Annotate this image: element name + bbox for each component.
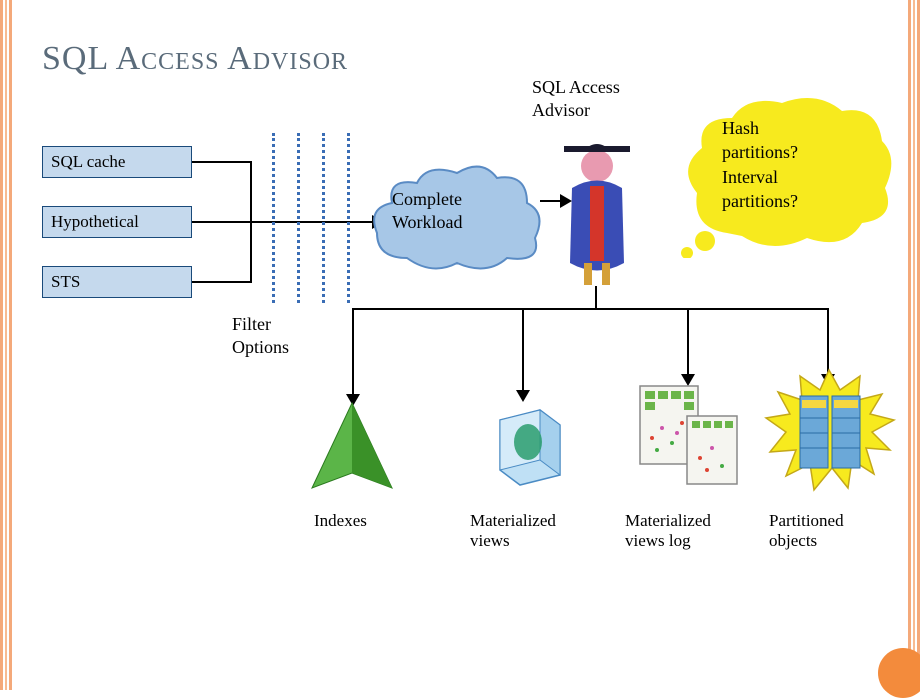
partitioned-starburst-icon — [762, 368, 897, 503]
mviews-log-icon — [632, 378, 747, 498]
connector-line — [192, 221, 372, 223]
partitioned-label: Partitioned objects — [769, 511, 844, 552]
diagram-canvas: SQL cache Hypothetical STS Filter Option… — [42, 78, 878, 638]
filter-line — [272, 133, 275, 303]
connector-line — [595, 286, 597, 308]
slide-title: SQL Access Advisor — [42, 40, 878, 78]
connector-line — [352, 308, 829, 310]
advisor-graduate-icon — [552, 118, 642, 288]
connector-line — [192, 161, 252, 163]
connector-line — [687, 308, 689, 376]
connector-line — [352, 308, 354, 396]
filter-line — [297, 133, 300, 303]
left-edge-decoration — [0, 0, 12, 690]
slide-content: SQL Access Advisor SQL cache Hypothetica… — [22, 0, 898, 690]
right-edge-decoration — [908, 0, 920, 690]
source-sql-cache-label: SQL cache — [51, 152, 125, 172]
mviews-cube-icon — [480, 390, 570, 490]
connector-line — [192, 281, 252, 283]
filter-options-label: Filter Options — [232, 313, 289, 360]
connector-line — [250, 161, 252, 283]
advisor-label: SQL Access Advisor — [532, 76, 620, 121]
mviews-log-label: Materialized views log — [625, 511, 711, 552]
mviews-label: Materialized views — [470, 511, 556, 552]
source-sql-cache: SQL cache — [42, 146, 192, 178]
connector-line — [522, 308, 524, 392]
corner-dot-decoration — [878, 648, 920, 698]
indexes-label: Indexes — [314, 511, 367, 531]
indexes-pyramid-icon — [307, 398, 397, 498]
source-sts-label: STS — [51, 272, 80, 292]
source-hypothetical: Hypothetical — [42, 206, 192, 238]
source-hypothetical-label: Hypothetical — [51, 212, 139, 232]
connector-line — [827, 308, 829, 376]
filter-line — [347, 133, 350, 303]
thought-text: Hash partitions? Interval partitions? — [722, 116, 798, 213]
cloud-label: Complete Workload — [392, 188, 463, 235]
source-sts: STS — [42, 266, 192, 298]
filter-line — [322, 133, 325, 303]
